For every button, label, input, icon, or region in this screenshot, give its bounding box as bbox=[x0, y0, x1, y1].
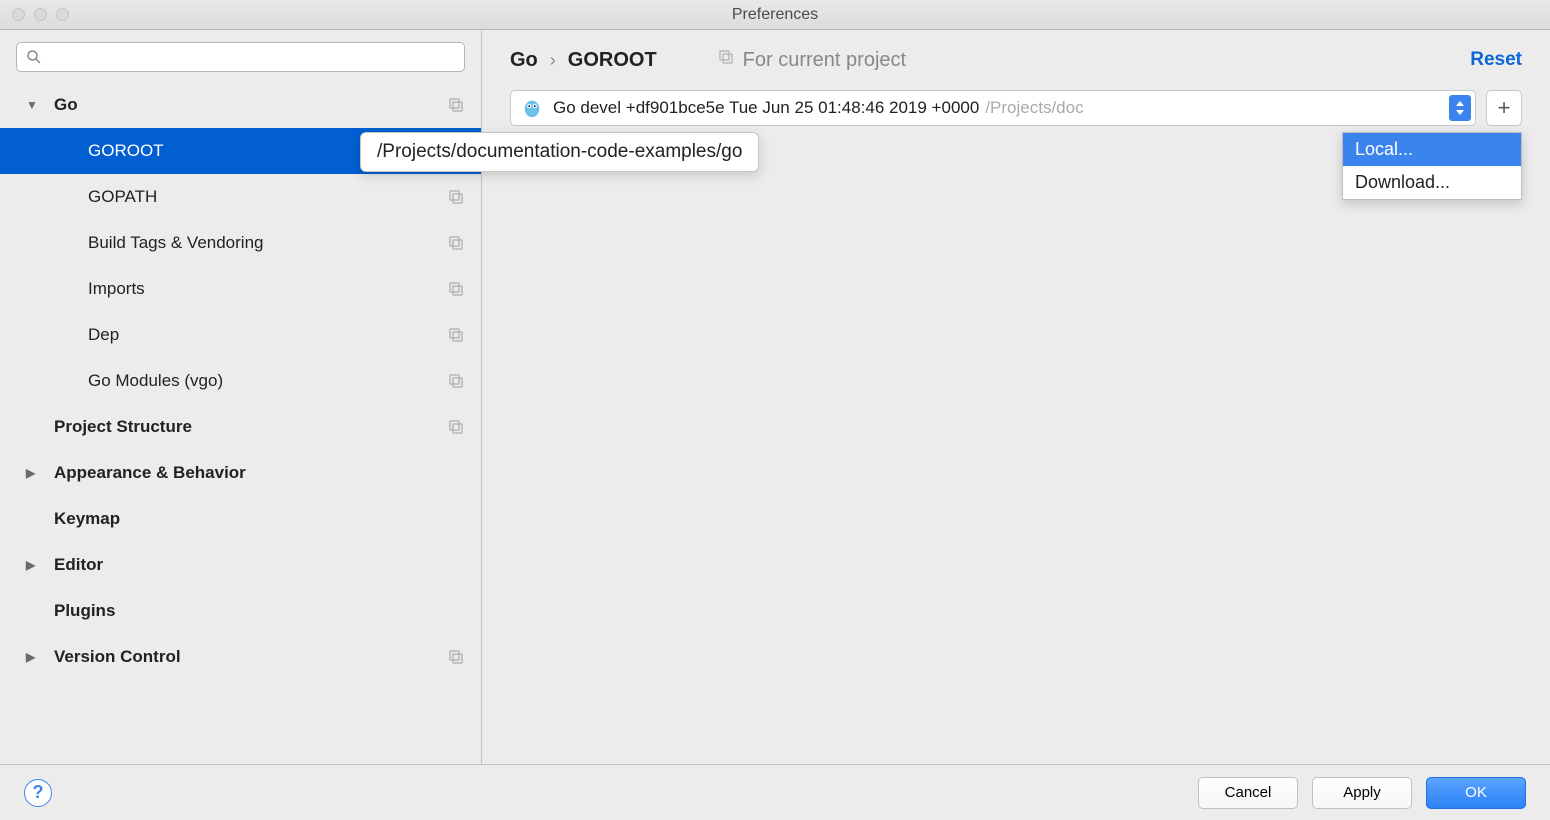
content-pane: Go › GOROOT For current project Reset Go… bbox=[482, 30, 1550, 764]
add-sdk-button[interactable]: + bbox=[1486, 90, 1522, 126]
breadcrumb: Go › GOROOT bbox=[510, 49, 657, 72]
dropdown-item-local[interactable]: Local... bbox=[1343, 133, 1521, 166]
plus-icon: + bbox=[1498, 95, 1511, 121]
window-title: Preferences bbox=[732, 6, 818, 24]
chevron-down-icon: ▼ bbox=[26, 98, 40, 112]
gopher-icon bbox=[521, 97, 543, 119]
copy-icon bbox=[447, 326, 465, 344]
updown-stepper-icon[interactable] bbox=[1449, 95, 1471, 121]
zoom-window-icon[interactable] bbox=[56, 8, 69, 21]
sidebar-item-editor[interactable]: ▶ Editor bbox=[0, 542, 481, 588]
footer: ? Cancel Apply OK bbox=[0, 764, 1550, 820]
sidebar-item-build-tags[interactable]: Build Tags & Vendoring bbox=[0, 220, 481, 266]
scope-label: For current project bbox=[717, 48, 906, 72]
content-header: Go › GOROOT For current project Reset bbox=[482, 30, 1550, 90]
titlebar: Preferences bbox=[0, 0, 1550, 30]
dropdown-item-label: Local... bbox=[1355, 139, 1413, 159]
dropdown-item-label: Download... bbox=[1355, 172, 1450, 192]
sidebar-item-label: Build Tags & Vendoring bbox=[88, 233, 263, 253]
sidebar-item-label: GOROOT bbox=[88, 141, 164, 161]
search-input[interactable] bbox=[16, 42, 465, 72]
breadcrumb-segment: GOROOT bbox=[568, 49, 657, 72]
sidebar-item-project-structure[interactable]: Project Structure bbox=[0, 404, 481, 450]
sidebar-item-label: Version Control bbox=[54, 647, 181, 667]
sidebar-item-keymap[interactable]: Keymap bbox=[0, 496, 481, 542]
copy-icon bbox=[447, 234, 465, 252]
copy-icon bbox=[447, 418, 465, 436]
copy-icon bbox=[447, 648, 465, 666]
sidebar-item-label: Appearance & Behavior bbox=[54, 463, 246, 483]
sdk-select[interactable]: Go devel +df901bce5e Tue Jun 25 01:48:46… bbox=[510, 90, 1476, 126]
chevron-right-icon: ▶ bbox=[26, 558, 40, 572]
scope-text: For current project bbox=[743, 49, 906, 72]
sidebar-item-imports[interactable]: Imports bbox=[0, 266, 481, 312]
sidebar-item-go[interactable]: ▼ Go bbox=[0, 82, 481, 128]
cancel-button[interactable]: Cancel bbox=[1198, 777, 1298, 809]
sidebar-item-plugins[interactable]: Plugins bbox=[0, 588, 481, 634]
copy-icon bbox=[447, 96, 465, 114]
sidebar-item-label: Keymap bbox=[54, 509, 120, 529]
dropdown-item-download[interactable]: Download... bbox=[1343, 166, 1521, 199]
sidebar-item-version-control[interactable]: ▶ Version Control bbox=[0, 634, 481, 680]
tooltip: /Projects/documentation-code-examples/go bbox=[360, 132, 759, 172]
search-wrap bbox=[0, 42, 481, 80]
add-sdk-dropdown: Local... Download... bbox=[1342, 132, 1522, 200]
close-window-icon[interactable] bbox=[12, 8, 25, 21]
help-button[interactable]: ? bbox=[24, 779, 52, 807]
sidebar-item-label: GOPATH bbox=[88, 187, 157, 207]
sidebar-item-label: Dep bbox=[88, 325, 119, 345]
tooltip-text: /Projects/documentation-code-examples/go bbox=[377, 141, 742, 162]
sidebar-item-label: Project Structure bbox=[54, 417, 192, 437]
sidebar-item-label: Editor bbox=[54, 555, 103, 575]
sidebar-item-label: Imports bbox=[88, 279, 145, 299]
sdk-row: Go devel +df901bce5e Tue Jun 25 01:48:46… bbox=[482, 90, 1550, 126]
copy-icon bbox=[447, 372, 465, 390]
sidebar-item-dep[interactable]: Dep bbox=[0, 312, 481, 358]
reset-link[interactable]: Reset bbox=[1470, 49, 1522, 71]
sdk-path-text: /Projects/doc bbox=[985, 98, 1083, 118]
sidebar-item-gopath[interactable]: GOPATH bbox=[0, 174, 481, 220]
apply-button[interactable]: Apply bbox=[1312, 777, 1412, 809]
traffic-lights bbox=[12, 8, 69, 21]
copy-icon bbox=[717, 48, 735, 72]
minimize-window-icon[interactable] bbox=[34, 8, 47, 21]
sidebar-item-appearance[interactable]: ▶ Appearance & Behavior bbox=[0, 450, 481, 496]
ok-button[interactable]: OK bbox=[1426, 777, 1526, 809]
copy-icon bbox=[447, 188, 465, 206]
copy-icon bbox=[447, 280, 465, 298]
sidebar-item-go-modules[interactable]: Go Modules (vgo) bbox=[0, 358, 481, 404]
question-mark-icon: ? bbox=[33, 782, 44, 803]
main-area: ▼ Go GOROOT GOPATH Build Tags & Vendorin… bbox=[0, 30, 1550, 764]
chevron-right-icon: › bbox=[550, 50, 556, 71]
chevron-right-icon: ▶ bbox=[26, 650, 40, 664]
sidebar-item-label: Go Modules (vgo) bbox=[88, 371, 223, 391]
sidebar-item-label: Go bbox=[54, 95, 78, 115]
footer-buttons: Cancel Apply OK bbox=[1198, 777, 1526, 809]
chevron-right-icon: ▶ bbox=[26, 466, 40, 480]
sdk-main-text: Go devel +df901bce5e Tue Jun 25 01:48:46… bbox=[553, 98, 979, 118]
sidebar-item-label: Plugins bbox=[54, 601, 115, 621]
breadcrumb-segment[interactable]: Go bbox=[510, 49, 538, 72]
